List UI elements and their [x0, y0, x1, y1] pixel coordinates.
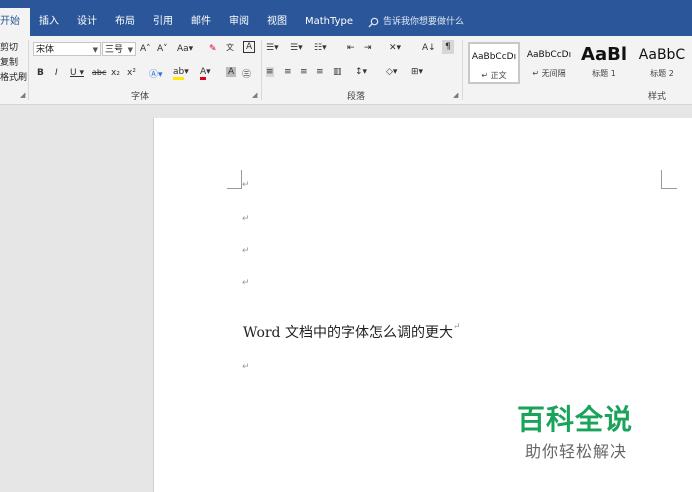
margin-corner-mark: [227, 188, 242, 189]
font-group-label: 字体: [131, 92, 150, 102]
tab-view[interactable]: 视图: [258, 8, 296, 36]
ribbon-tabs: 开始 插入 设计 布局 引用 邮件 审阅 视图 MathType: [0, 8, 362, 36]
paragraph-mark: ↵: [242, 278, 250, 288]
tab-design[interactable]: 设计: [68, 8, 106, 36]
strikethrough-icon[interactable]: abc: [92, 68, 106, 77]
document-page[interactable]: ↵ ↵ ↵ ↵ Word 文档中的字体怎么调的更大↵ ↵ 百科全说 助你轻松解决: [153, 118, 692, 492]
style-name: 标题 1: [592, 69, 616, 78]
subscript-icon[interactable]: x₂: [111, 68, 120, 78]
style-heading-2[interactable]: AaBbC 标题 2: [632, 42, 692, 84]
style-normal[interactable]: AaBbCcDı ↵ 正文: [468, 42, 520, 84]
char-border-icon[interactable]: A: [243, 41, 256, 53]
paragraph-launcher-icon[interactable]: ◢: [453, 91, 458, 99]
margin-corner-mark: [661, 170, 662, 188]
watermark-title: 百科全说: [517, 403, 634, 436]
paragraph-mark: ↵: [452, 322, 461, 332]
paragraph-group-label: 段落: [347, 92, 366, 102]
change-case-icon[interactable]: Aa▾: [177, 44, 193, 54]
tell-me-text: 告诉我你想要做什么: [383, 17, 465, 27]
phonetic-guide-icon[interactable]: 文: [226, 42, 234, 53]
line-spacing-icon[interactable]: ↕▾: [355, 67, 367, 77]
style-name: 标题 2: [650, 69, 674, 78]
font-size-select[interactable]: 三号 ▼: [102, 42, 136, 56]
increase-indent-icon[interactable]: ⇥: [364, 43, 372, 53]
shrink-font-icon[interactable]: A˅: [157, 44, 168, 54]
document-text-line[interactable]: Word 文档中的字体怎么调的更大↵: [243, 322, 461, 342]
superscript-icon[interactable]: x²: [127, 68, 136, 78]
font-name-select[interactable]: 宋体 ▼: [33, 42, 101, 56]
show-marks-icon[interactable]: ¶: [442, 40, 454, 54]
bold-icon[interactable]: B: [37, 68, 44, 78]
style-sample: AaBbC: [638, 47, 686, 63]
copy-button[interactable]: 复制: [0, 55, 18, 68]
align-left-icon[interactable]: ≡: [266, 67, 274, 77]
ribbon: 剪切 复制 格式刷 ◢ 宋体 ▼ 三号 ▼ A˄ A˅ Aa▾ ✎ 文 A B I …: [0, 36, 692, 105]
margin-corner-mark: [661, 188, 677, 189]
multilevel-list-icon[interactable]: ☷▾: [314, 43, 327, 53]
format-painter-button[interactable]: 格式刷: [0, 70, 27, 83]
style-sample: AaBl: [581, 44, 627, 65]
cut-button[interactable]: 剪切: [0, 40, 18, 53]
style-name: ↵ 正文: [481, 71, 507, 80]
paragraph-mark: ↵: [242, 214, 250, 224]
align-center-icon[interactable]: ≡: [284, 67, 292, 77]
highlight-icon[interactable]: ab▾: [173, 67, 189, 80]
decrease-indent-icon[interactable]: ⇤: [347, 43, 355, 53]
divider: [261, 40, 262, 100]
document-text: Word 文档中的字体怎么调的更大: [243, 325, 453, 341]
style-heading-1[interactable]: AaBl 标题 1: [578, 42, 630, 84]
text-effects-icon[interactable]: Ⓐ▾: [149, 67, 163, 80]
divider: [462, 40, 463, 100]
font-size-value: 三号: [105, 45, 124, 55]
tell-me-box[interactable]: 告诉我你想要做什么: [368, 8, 464, 36]
style-no-spacing[interactable]: AaBbCcDı ↵ 无间隔: [523, 42, 575, 84]
borders-icon[interactable]: ⊞▾: [411, 67, 423, 77]
clear-format-icon[interactable]: ✎: [209, 44, 217, 54]
sort-icon[interactable]: A↓: [422, 43, 436, 53]
watermark-subtitle: 助你轻松解决: [525, 442, 628, 461]
paragraph-mark: ↵: [242, 362, 250, 372]
tab-mathtype[interactable]: MathType: [296, 8, 362, 36]
font-launcher-icon[interactable]: ◢: [252, 91, 257, 99]
title-bar: [0, 0, 692, 8]
align-right-icon[interactable]: ≡: [300, 67, 308, 77]
distributed-icon[interactable]: ▥: [333, 67, 342, 77]
style-name: ↵ 无间隔: [532, 69, 566, 78]
tab-home[interactable]: 开始: [0, 8, 30, 36]
underline-icon[interactable]: U ▾: [70, 68, 84, 78]
style-sample: AaBbCcDı: [471, 52, 517, 62]
bullets-icon[interactable]: ☰▾: [266, 43, 279, 53]
shading-icon[interactable]: ◇▾: [386, 67, 397, 77]
italic-icon[interactable]: I: [55, 68, 58, 78]
tab-review[interactable]: 审阅: [220, 8, 258, 36]
paragraph-mark: ↵: [242, 246, 250, 256]
styles-group-label: 样式: [648, 92, 667, 102]
grow-font-icon[interactable]: A˄: [140, 44, 151, 54]
tab-mailings[interactable]: 邮件: [182, 8, 220, 36]
chinese-layout-icon[interactable]: ✕▾: [389, 43, 401, 53]
font-color-icon[interactable]: A▾: [200, 67, 211, 80]
chevron-down-icon: ▼: [92, 46, 98, 54]
search-icon: [368, 17, 379, 27]
divider: [28, 40, 29, 100]
justify-icon[interactable]: ≡: [316, 67, 324, 77]
numbering-icon[interactable]: ☰▾: [290, 43, 303, 53]
tab-layout[interactable]: 布局: [106, 8, 144, 36]
tab-references[interactable]: 引用: [144, 8, 182, 36]
paragraph-mark: ↵: [242, 180, 250, 190]
font-name-value: 宋体: [36, 45, 55, 55]
char-shading-icon[interactable]: A: [226, 67, 237, 77]
clipboard-launcher-icon[interactable]: ◢: [20, 91, 25, 99]
enclose-char-icon[interactable]: ㊂: [242, 67, 251, 80]
style-sample: AaBbCcDı: [526, 50, 572, 60]
chevron-down-icon: ▼: [127, 46, 133, 54]
tab-insert[interactable]: 插入: [30, 8, 68, 36]
